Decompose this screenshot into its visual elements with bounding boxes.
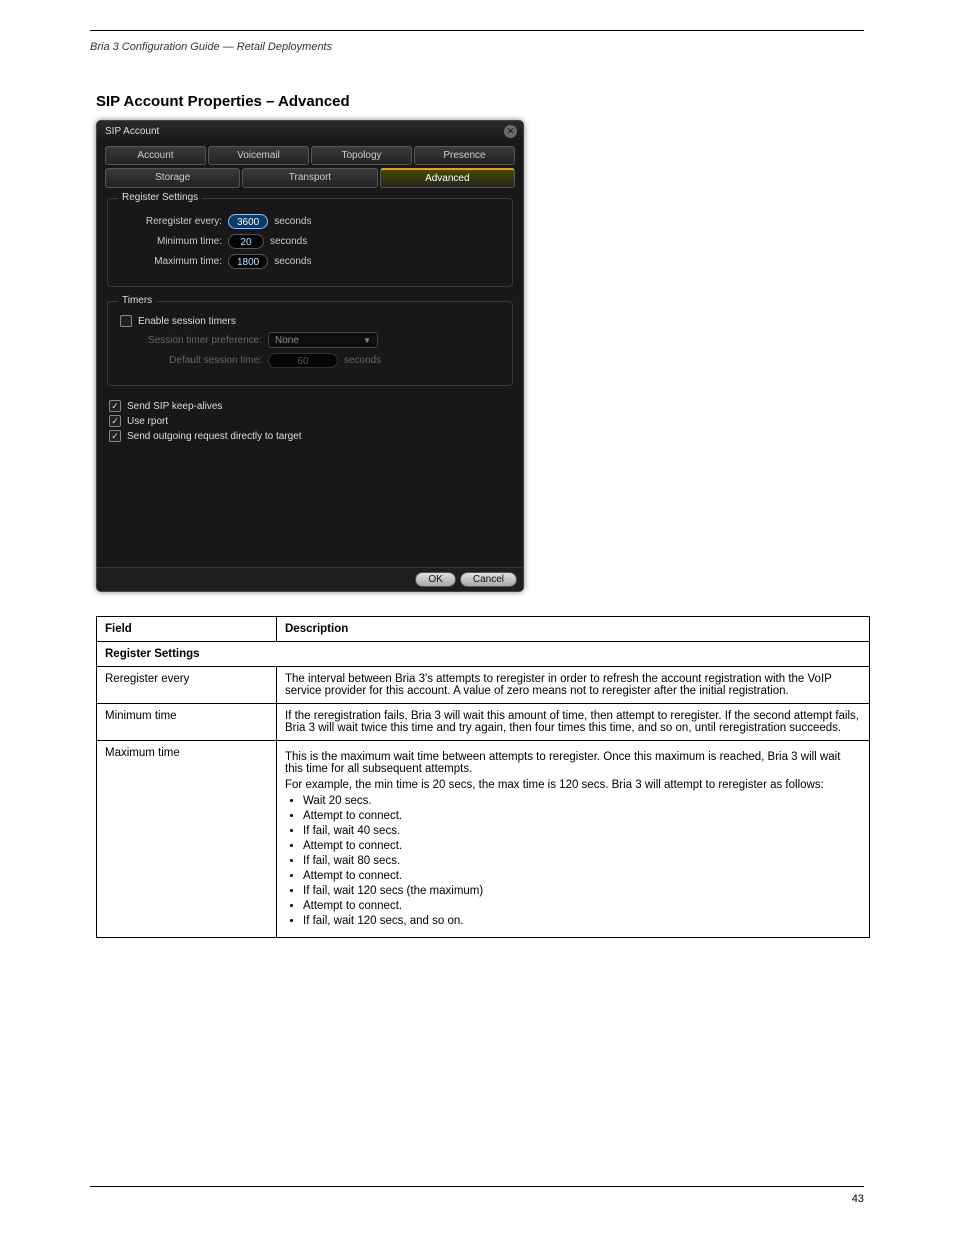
page-header: Bria 3 Configuration Guide — Retail Depl… bbox=[90, 41, 864, 53]
table-section-header: Register Settings bbox=[97, 642, 870, 667]
enable-session-timers-checkbox[interactable]: ✓ bbox=[120, 315, 132, 327]
seconds-label: seconds bbox=[274, 256, 311, 267]
dialog-title: SIP Account bbox=[105, 126, 159, 137]
session-pref-dropdown[interactable]: None ▼ bbox=[268, 332, 378, 348]
section-title: SIP Account Properties – Advanced bbox=[96, 93, 864, 110]
max-time-input[interactable]: 1800 bbox=[228, 254, 268, 269]
enable-session-timers-label: Enable session timers bbox=[138, 316, 236, 327]
session-pref-value: None bbox=[275, 335, 299, 346]
field-name: Reregister every bbox=[97, 667, 277, 704]
max-time-label: Maximum time: bbox=[118, 256, 228, 267]
tab-voicemail[interactable]: Voicemail bbox=[208, 146, 309, 165]
min-time-input[interactable]: 20 bbox=[228, 234, 264, 249]
keepalives-checkbox[interactable]: ✓ bbox=[109, 400, 121, 412]
direct-checkbox[interactable]: ✓ bbox=[109, 430, 121, 442]
tab-row-1: Account Voicemail Topology Presence bbox=[105, 146, 515, 165]
tab-topology[interactable]: Topology bbox=[311, 146, 412, 165]
tab-advanced[interactable]: Advanced bbox=[380, 168, 515, 188]
timers-group: Timers ✓ Enable session timers Session t… bbox=[107, 301, 513, 386]
register-settings-legend: Register Settings bbox=[118, 192, 202, 203]
tab-row-2: Storage Transport Advanced bbox=[105, 168, 515, 188]
page-footer: 43 bbox=[90, 1193, 864, 1205]
field-name: Minimum time bbox=[97, 704, 277, 741]
field-desc: If the reregistration fails, Bria 3 will… bbox=[277, 704, 870, 741]
reregister-input[interactable]: 3600 bbox=[228, 214, 268, 229]
rport-checkbox[interactable]: ✓ bbox=[109, 415, 121, 427]
dialog-footer: OK Cancel bbox=[97, 567, 523, 591]
default-session-input[interactable]: 60 bbox=[268, 353, 338, 368]
chevron-down-icon: ▼ bbox=[363, 336, 371, 345]
col-description: Description bbox=[277, 617, 870, 642]
cancel-button[interactable]: Cancel bbox=[460, 572, 517, 587]
tab-storage[interactable]: Storage bbox=[105, 168, 240, 188]
session-pref-label: Session timer preference: bbox=[118, 335, 268, 346]
default-session-label: Default session time: bbox=[118, 355, 268, 366]
direct-label: Send outgoing request directly to target bbox=[127, 431, 302, 442]
table-row: Reregister every The interval between Br… bbox=[97, 667, 870, 704]
reregister-label: Reregister every: bbox=[118, 216, 228, 227]
keepalives-label: Send SIP keep-alives bbox=[127, 401, 222, 412]
footer-page-number: 43 bbox=[852, 1193, 864, 1205]
min-time-label: Minimum time: bbox=[118, 236, 228, 247]
register-settings-group: Register Settings Reregister every: 3600… bbox=[107, 198, 513, 287]
header-left: Bria 3 Configuration Guide — Retail Depl… bbox=[90, 41, 332, 53]
tab-transport[interactable]: Transport bbox=[242, 168, 377, 188]
sip-account-dialog: SIP Account ✕ Account Voicemail Topology… bbox=[96, 120, 524, 592]
table-row: Maximum time This is the maximum wait ti… bbox=[97, 741, 870, 938]
tab-presence[interactable]: Presence bbox=[414, 146, 515, 165]
seconds-label: seconds bbox=[274, 216, 311, 227]
col-field: Field bbox=[97, 617, 277, 642]
seconds-label: seconds bbox=[344, 355, 381, 366]
ok-button[interactable]: OK bbox=[415, 572, 455, 587]
tab-account[interactable]: Account bbox=[105, 146, 206, 165]
seconds-label: seconds bbox=[270, 236, 307, 247]
field-name: Maximum time bbox=[97, 741, 277, 938]
field-desc: This is the maximum wait time between at… bbox=[277, 741, 870, 938]
field-description-table: Field Description Register Settings Rere… bbox=[96, 616, 870, 938]
table-row: Minimum time If the reregistration fails… bbox=[97, 704, 870, 741]
rport-label: Use rport bbox=[127, 416, 168, 427]
timers-legend: Timers bbox=[118, 295, 156, 306]
dialog-titlebar: SIP Account ✕ bbox=[97, 121, 523, 140]
field-desc: The interval between Bria 3's attempts t… bbox=[277, 667, 870, 704]
close-icon[interactable]: ✕ bbox=[504, 125, 517, 138]
